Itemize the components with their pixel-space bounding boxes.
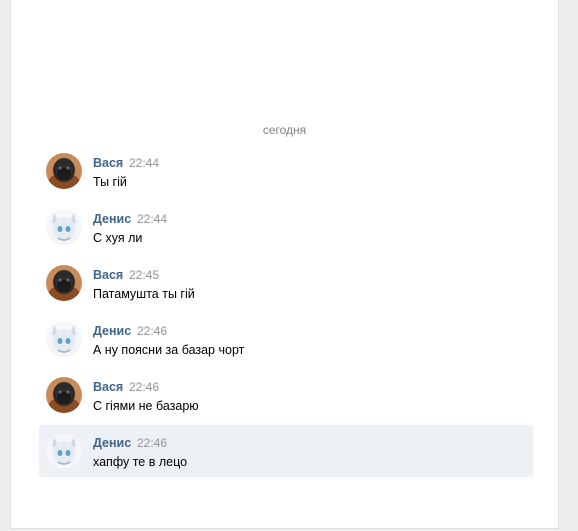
- avatar[interactable]: [46, 377, 82, 413]
- message-time[interactable]: 22:46: [137, 436, 167, 450]
- message-text: хапфу те в лецо: [93, 455, 188, 469]
- message-row[interactable]: Денис 22:46 А ну поясни за базар чорт: [39, 313, 533, 365]
- vasya-avatar-icon: [46, 153, 82, 189]
- chat-history-panel: сегодня Вася 22:44 Ты гій Денис 22:44 С …: [10, 0, 559, 529]
- message-text: С гіями не базарю: [93, 399, 199, 413]
- denis-avatar-icon: [46, 209, 82, 245]
- denis-avatar-icon: [46, 433, 82, 469]
- denis-avatar-icon: [46, 321, 82, 357]
- avatar[interactable]: [46, 433, 82, 469]
- message-row[interactable]: Вася 22:45 Патамушта ты гій: [39, 257, 533, 309]
- author-name[interactable]: Вася: [93, 380, 123, 394]
- message-row[interactable]: Вася 22:46 С гіями не базарю: [39, 369, 533, 421]
- avatar[interactable]: [46, 153, 82, 189]
- avatar[interactable]: [46, 209, 82, 245]
- message-row[interactable]: Вася 22:44 Ты гій: [39, 145, 533, 197]
- vasya-avatar-icon: [46, 377, 82, 413]
- message-row[interactable]: Денис 22:44 С хуя ли: [39, 201, 533, 253]
- avatar[interactable]: [46, 321, 82, 357]
- message-text: С хуя ли: [93, 231, 143, 245]
- message-text: Ты гій: [93, 175, 127, 189]
- author-name[interactable]: Денис: [93, 436, 131, 450]
- author-name[interactable]: Денис: [93, 212, 131, 226]
- author-name[interactable]: Вася: [93, 156, 123, 170]
- message-time[interactable]: 22:46: [137, 324, 167, 338]
- vasya-avatar-icon: [46, 265, 82, 301]
- message-time[interactable]: 22:46: [129, 380, 159, 394]
- message-text: Патамушта ты гій: [93, 287, 195, 301]
- message-row-selected[interactable]: Денис 22:46 хапфу те в лецо: [39, 425, 533, 477]
- message-time[interactable]: 22:44: [129, 156, 159, 170]
- author-name[interactable]: Вася: [93, 268, 123, 282]
- date-separator: сегодня: [262, 123, 307, 137]
- avatar[interactable]: [46, 265, 82, 301]
- author-name[interactable]: Денис: [93, 324, 131, 338]
- message-time[interactable]: 22:44: [137, 212, 167, 226]
- message-time[interactable]: 22:45: [129, 268, 159, 282]
- message-text: А ну поясни за базар чорт: [93, 343, 245, 357]
